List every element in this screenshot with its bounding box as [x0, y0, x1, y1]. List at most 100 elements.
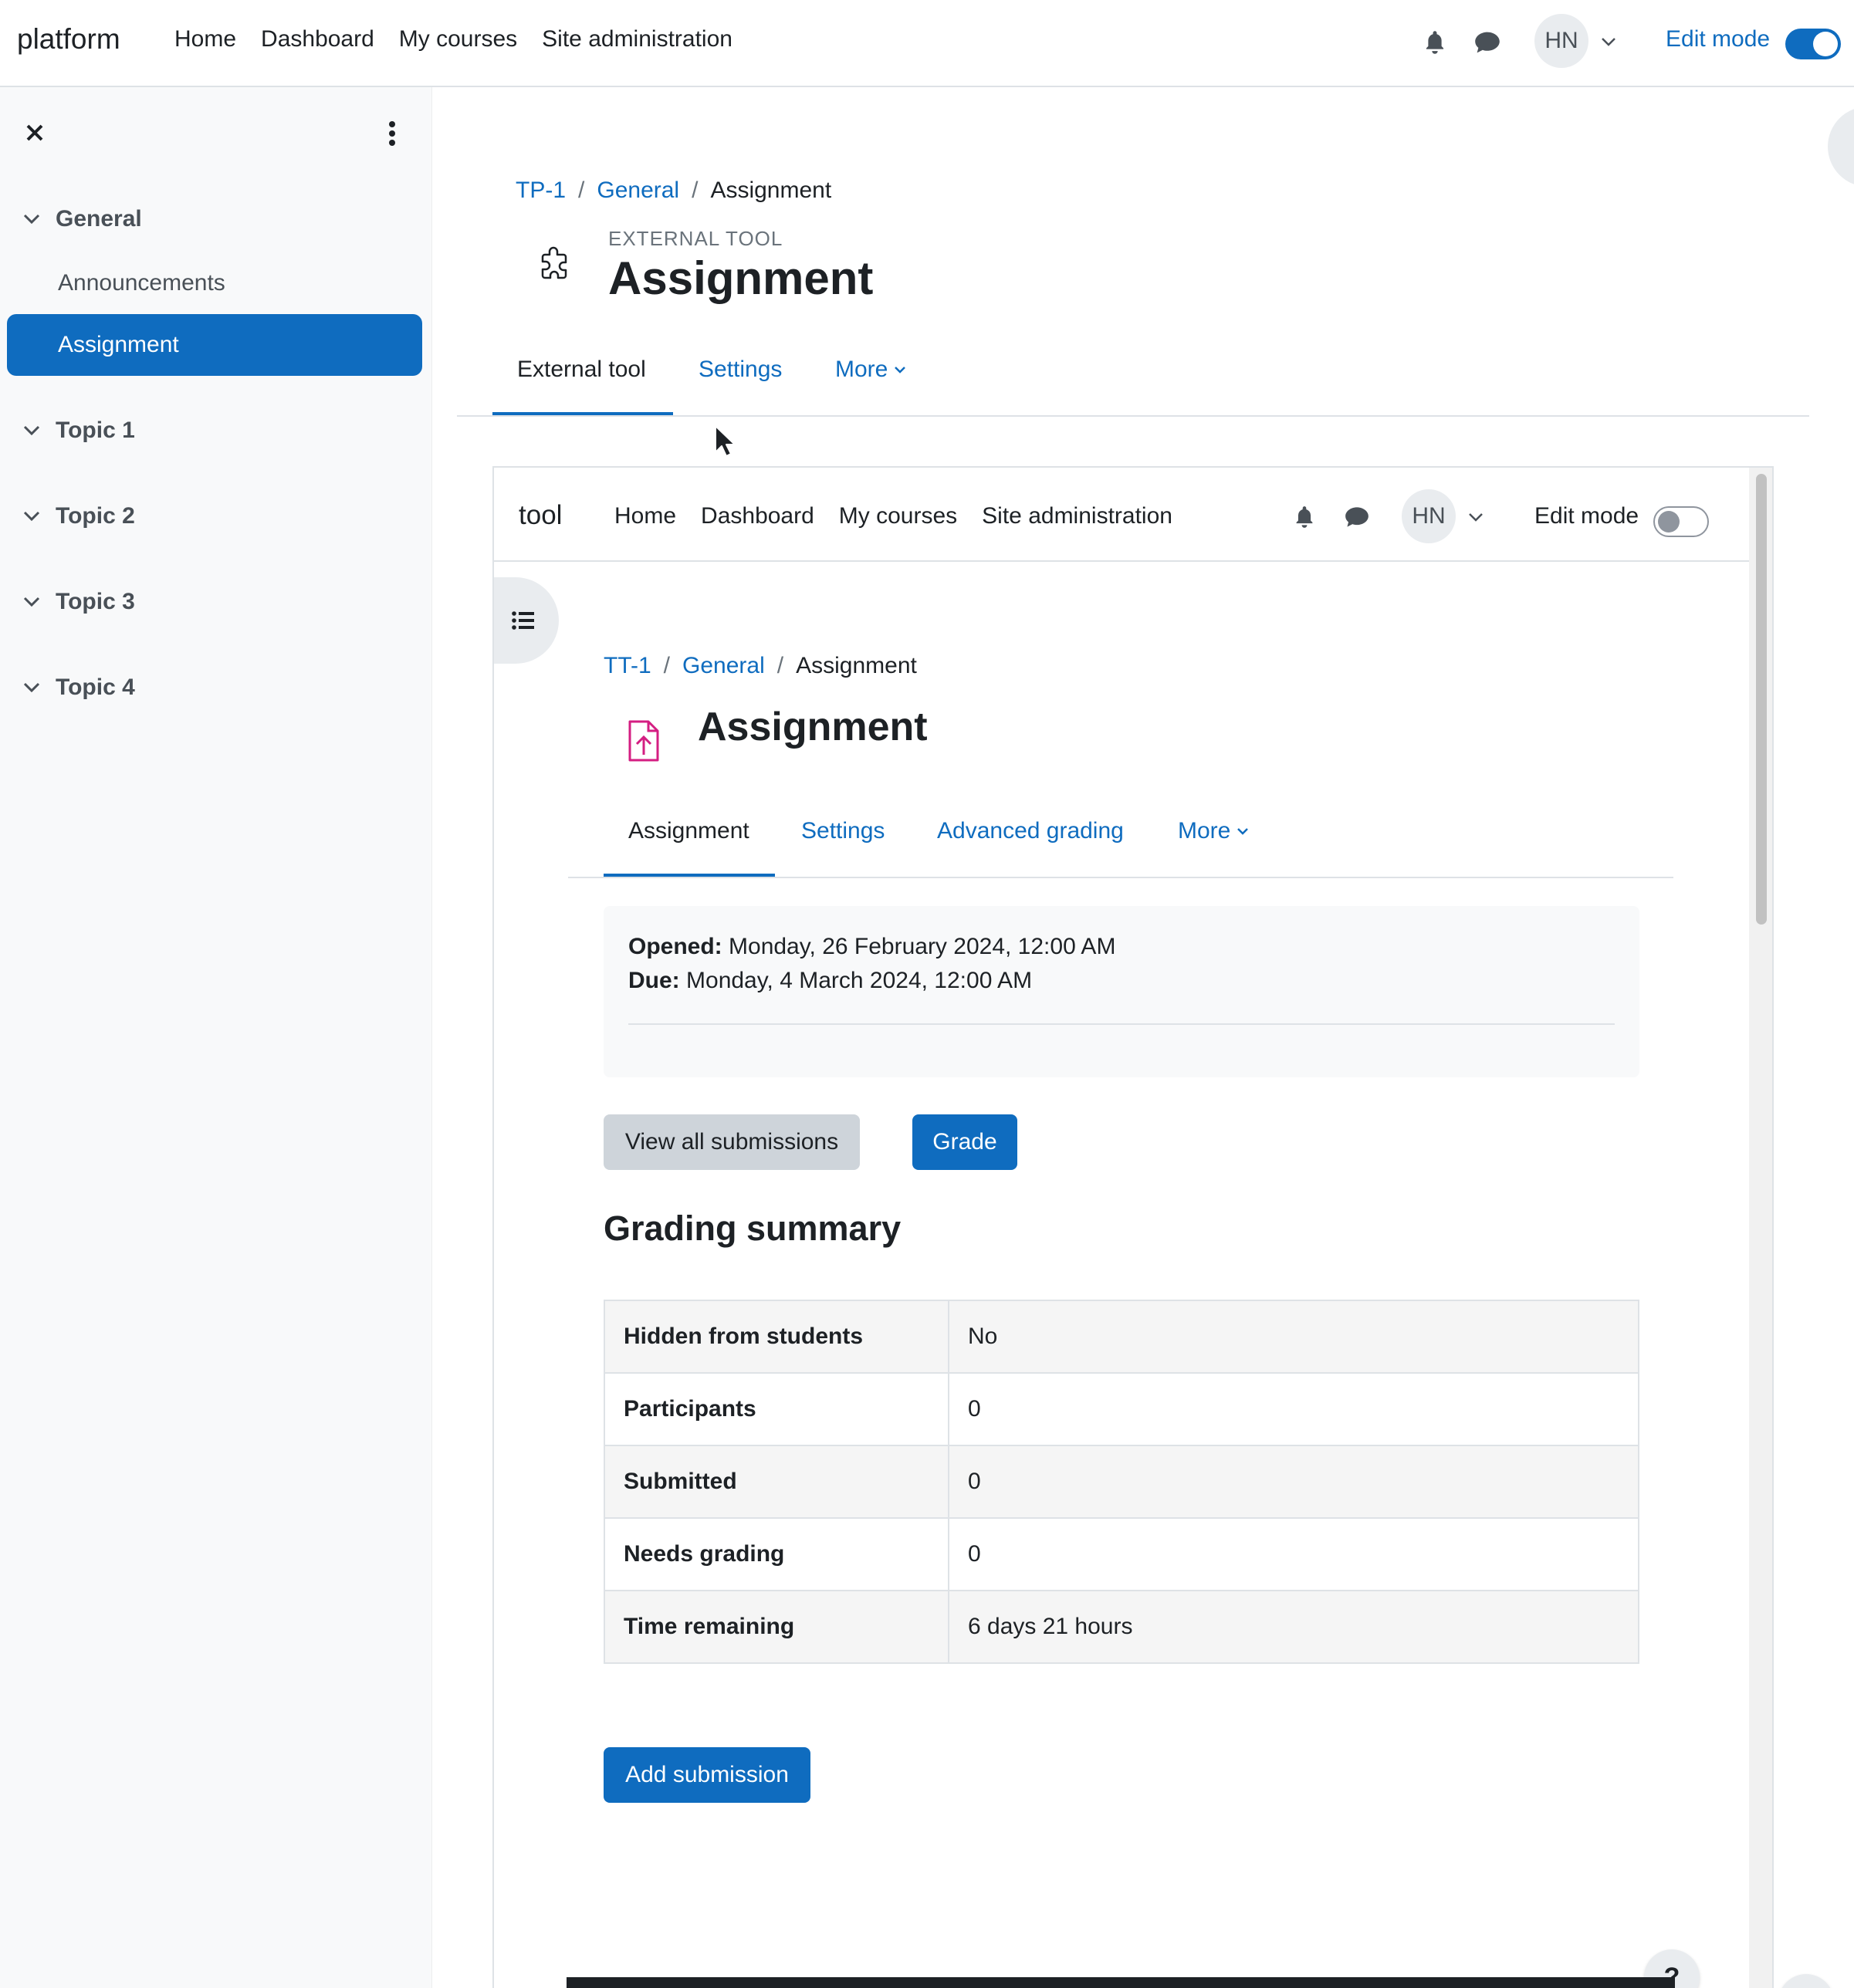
row-label: Time remaining — [604, 1590, 949, 1664]
close-drawer-button[interactable] — [22, 120, 48, 146]
tab-external-tool[interactable]: External tool — [517, 357, 646, 383]
block-drawer-toggle[interactable] — [1828, 106, 1854, 187]
grading-summary-heading: Grading summary — [604, 1209, 902, 1248]
drawer-item-announcements[interactable]: Announcements — [7, 252, 422, 314]
table-row: Submitted 0 — [604, 1445, 1639, 1519]
page-help-button[interactable]: ? — [1778, 1974, 1834, 1988]
row-label: Participants — [604, 1372, 949, 1446]
section-topic-2[interactable]: Topic 2 — [22, 503, 135, 529]
frame-user-menu-toggle[interactable] — [1465, 506, 1487, 528]
frame-breadcrumb: TT-1 / General / Assignment — [604, 653, 917, 679]
edit-mode-toggle[interactable] — [1785, 29, 1841, 59]
section-title: General — [56, 206, 142, 232]
tab-more[interactable]: More — [835, 357, 906, 383]
breadcrumb-current: Assignment — [710, 178, 832, 203]
frame-nav-link-site-administration[interactable]: Site administration — [982, 503, 1172, 529]
scrollbar-thumb[interactable] — [1756, 474, 1767, 925]
chevron-down-icon — [23, 425, 40, 436]
view-all-submissions-button[interactable]: View all submissions — [604, 1114, 860, 1170]
messages-button[interactable] — [1471, 26, 1504, 59]
user-menu-toggle[interactable] — [1598, 31, 1619, 52]
mouse-cursor-icon — [715, 425, 736, 457]
opened-date: Opened: Monday, 26 February 2024, 12:00 … — [628, 934, 1115, 960]
table-row: Participants 0 — [604, 1372, 1639, 1446]
row-value: 6 days 21 hours — [948, 1590, 1639, 1664]
section-topic-1[interactable]: Topic 1 — [22, 418, 135, 444]
frame-nav-link-home[interactable]: Home — [614, 503, 676, 529]
grade-button[interactable]: Grade — [912, 1114, 1017, 1170]
frame-edit-mode-toggle[interactable] — [1653, 506, 1709, 537]
frame-nav-link-my-courses[interactable]: My courses — [839, 503, 957, 529]
breadcrumb-separator: / — [578, 178, 585, 203]
frame-nav-link-dashboard[interactable]: Dashboard — [701, 503, 814, 529]
activity-dates: Opened: Monday, 26 February 2024, 12:00 … — [604, 906, 1639, 1077]
frame-user-avatar[interactable]: HN — [1402, 489, 1456, 543]
row-label: Submitted — [604, 1445, 949, 1519]
bell-icon — [1426, 31, 1444, 54]
chevron-down-icon — [23, 597, 40, 607]
breadcrumb-separator: / — [692, 178, 699, 203]
frame-edit-mode-label: Edit mode — [1534, 503, 1639, 529]
kebab-menu-icon — [389, 121, 395, 146]
drawer-item-assignment[interactable]: Assignment — [7, 314, 422, 376]
site-brand[interactable]: platform — [17, 23, 120, 56]
chevron-down-icon — [1602, 38, 1615, 46]
frame-notifications-button[interactable] — [1289, 502, 1320, 532]
primary-navigation: Home Dashboard My courses Site administr… — [174, 26, 732, 52]
frame-breadcrumb-section[interactable]: General — [682, 653, 765, 679]
due-value: Monday, 4 March 2024, 12:00 AM — [686, 968, 1033, 993]
course-index-options-button[interactable] — [383, 118, 401, 149]
frame-scrollbar[interactable] — [1749, 468, 1772, 1988]
assignment-upload-icon — [627, 719, 661, 762]
nav-link-my-courses[interactable]: My courses — [399, 26, 517, 52]
activity-type-label: EXTERNAL TOOL — [608, 227, 783, 250]
breadcrumb-section[interactable]: General — [597, 178, 679, 204]
grading-summary-table: Hidden from students No Participants 0 S… — [604, 1300, 1639, 1664]
opened-label: Opened: — [628, 934, 722, 959]
user-avatar[interactable]: HN — [1534, 14, 1588, 68]
nav-link-dashboard[interactable]: Dashboard — [261, 26, 374, 52]
frame-tab-settings[interactable]: Settings — [801, 818, 885, 844]
chevron-down-icon — [23, 511, 40, 522]
section-title: Topic 3 — [56, 589, 135, 614]
bell-icon — [1296, 506, 1313, 528]
notifications-button[interactable] — [1419, 26, 1451, 59]
row-label: Hidden from students — [604, 1300, 949, 1374]
frame-footer — [567, 1977, 1675, 1988]
breadcrumb-separator: / — [776, 653, 784, 678]
toggle-knob — [1658, 511, 1680, 532]
frame-tab-assignment[interactable]: Assignment — [628, 818, 749, 844]
breadcrumb: TP-1 / General / Assignment — [516, 178, 831, 204]
nav-link-site-administration[interactable]: Site administration — [542, 26, 732, 52]
page-title: Assignment — [608, 252, 874, 304]
puzzle-piece-icon — [533, 244, 576, 287]
nav-link-home[interactable]: Home — [174, 26, 236, 52]
external-tool-frame: tool Home Dashboard My courses Site admi… — [492, 466, 1774, 1988]
list-icon — [512, 611, 534, 630]
frame-tab-advanced-grading[interactable]: Advanced grading — [937, 818, 1124, 844]
tab-settings[interactable]: Settings — [699, 357, 782, 383]
top-navbar: platform Home Dashboard My courses Site … — [0, 0, 1854, 87]
breadcrumb-separator: / — [663, 653, 671, 678]
frame-site-brand[interactable]: tool — [519, 500, 562, 531]
frame-messages-button[interactable] — [1341, 502, 1372, 532]
table-row: Hidden from students No — [604, 1300, 1639, 1374]
frame-course-index-toggle[interactable] — [494, 577, 559, 664]
frame-tab-more[interactable]: More — [1178, 818, 1249, 844]
section-topic-4[interactable]: Topic 4 — [22, 674, 135, 701]
frame-breadcrumb-course[interactable]: TT-1 — [604, 653, 651, 679]
tab-more-label: More — [835, 357, 888, 382]
frame-primary-navigation: Home Dashboard My courses Site administr… — [614, 503, 1172, 529]
frame-tabs-divider — [568, 877, 1673, 878]
section-general[interactable]: General — [22, 206, 142, 232]
row-value: 0 — [948, 1445, 1639, 1519]
frame-tab-more-label: More — [1178, 818, 1231, 844]
row-value: 0 — [948, 1517, 1639, 1591]
add-submission-button[interactable]: Add submission — [604, 1747, 810, 1803]
close-icon — [26, 124, 43, 141]
section-title: Topic 4 — [56, 674, 135, 700]
breadcrumb-course[interactable]: TP-1 — [516, 178, 566, 204]
section-topic-3[interactable]: Topic 3 — [22, 589, 135, 615]
chevron-down-icon — [1469, 513, 1483, 522]
chat-bubble-icon — [1345, 507, 1369, 527]
